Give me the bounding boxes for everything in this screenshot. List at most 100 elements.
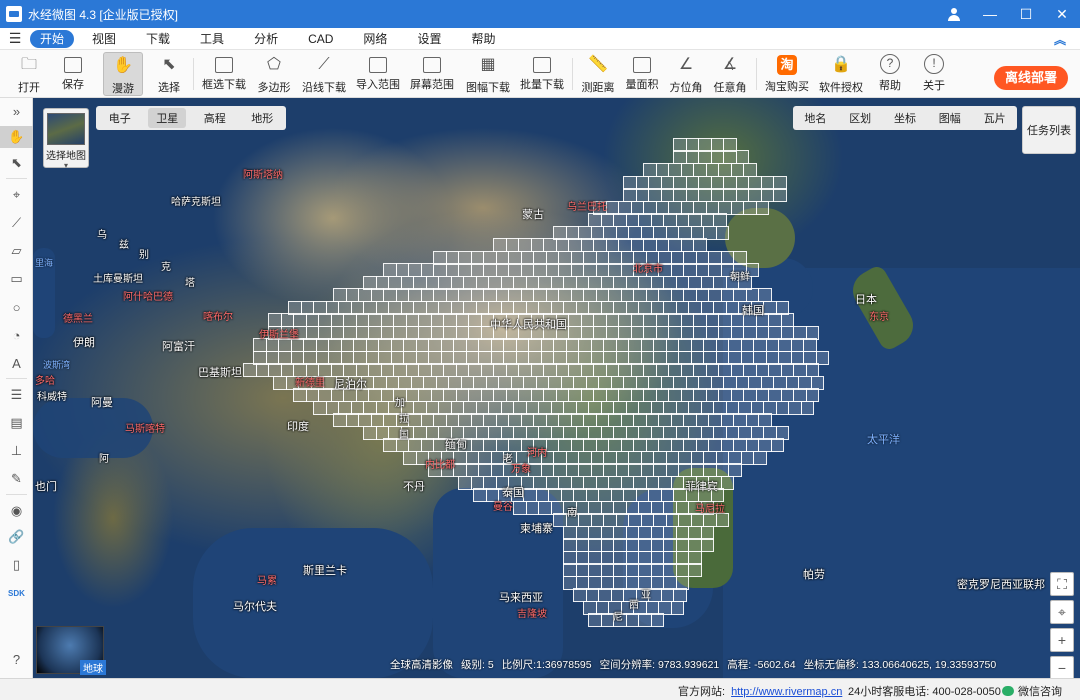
ruler-tool-icon[interactable]: ⊥	[0, 440, 33, 462]
taobao-button[interactable]: 淘 淘宝购买	[764, 52, 810, 96]
menu-start[interactable]: 开始	[30, 29, 75, 48]
close-icon[interactable]: ✕	[1044, 0, 1080, 28]
edit-icon[interactable]: ✎	[0, 468, 33, 490]
grid-tile	[508, 263, 522, 277]
pointer-icon[interactable]: ⬉	[0, 152, 33, 174]
grid-tile	[640, 338, 654, 352]
line-tool-icon[interactable]: ⟋	[0, 212, 33, 234]
fullscreen-icon[interactable]: ⛶	[1050, 572, 1074, 596]
sheet-download-button[interactable]: ▦ 图幅下载	[464, 52, 512, 96]
grid-tile	[655, 363, 669, 377]
expand-icon[interactable]: »	[0, 100, 33, 122]
license-button[interactable]: 🔒 软件授权	[818, 52, 864, 96]
minimize-icon[interactable]: —	[972, 0, 1008, 28]
wechat-consult[interactable]: 微信咨询	[1002, 683, 1062, 699]
pin-icon[interactable]: ⌖	[0, 184, 33, 206]
measure-distance-button[interactable]: 📏 测距离	[580, 52, 616, 96]
pan-button[interactable]: ✋ 漫游	[103, 52, 143, 96]
map-canvas[interactable]: 哈萨克斯坦 阿斯塔纳 蒙古 乌兰巴托 乌 兹 别 克 塔 土库曼斯坦 阿什哈巴德…	[33, 98, 1080, 678]
circle-tool-icon[interactable]: ○	[0, 296, 33, 318]
menu-network[interactable]: 网络	[351, 30, 399, 48]
menu-download[interactable]: 下载	[134, 30, 182, 48]
maximize-icon[interactable]: ☐	[1008, 0, 1044, 28]
grid-tile	[558, 413, 572, 427]
layer-district[interactable]: 区划	[849, 110, 871, 126]
grid-tile	[508, 288, 522, 302]
grid-tile	[293, 388, 307, 402]
grid-tile	[630, 313, 644, 327]
grid-tile	[570, 288, 584, 302]
grid-tile	[663, 213, 677, 227]
select-map-button[interactable]: 选择地图 ▾	[43, 108, 89, 170]
grid-tile	[650, 213, 664, 227]
layer-coordinate[interactable]: 坐标	[894, 110, 916, 126]
box-download-button[interactable]: 框选下载	[202, 52, 246, 96]
rectangle-tool-icon[interactable]: ▭	[0, 268, 33, 290]
menu-tools[interactable]: 工具	[188, 30, 236, 48]
open-button[interactable]: 🗀 打开	[10, 52, 48, 96]
stack-icon[interactable]: ▤	[0, 412, 33, 434]
map-type-terrain[interactable]: 地形	[243, 108, 281, 128]
batch-download-button[interactable]: 批量下载	[520, 52, 564, 96]
layer-mapsheet[interactable]: 图幅	[939, 110, 961, 126]
grid-tile	[715, 338, 729, 352]
zoom-out-button[interactable]: −	[1050, 656, 1074, 680]
menu-settings[interactable]: 设置	[405, 30, 453, 48]
any-angle-button[interactable]: ∡ 任意角	[712, 52, 748, 96]
polygon-button[interactable]: ⬠ 多边形	[254, 52, 294, 96]
angle-icon: ∡	[722, 56, 738, 73]
grid-tile	[623, 188, 637, 202]
place-label: 阿斯塔纳	[243, 170, 283, 181]
help-circle-icon[interactable]: ?	[0, 648, 33, 670]
menu-help[interactable]: 帮助	[459, 30, 507, 48]
hamburger-menu-icon[interactable]: ☰	[0, 30, 30, 47]
grid-tile	[768, 313, 782, 327]
hand-icon: ✋	[113, 57, 133, 74]
phone-icon[interactable]: ▯	[0, 554, 33, 576]
sdk-icon[interactable]: SDK	[0, 582, 33, 604]
grid-tile	[793, 363, 807, 377]
zoom-in-button[interactable]: +	[1050, 628, 1074, 652]
save-button[interactable]: 保存	[54, 52, 92, 96]
grid-tile	[620, 263, 634, 277]
sector-tool-icon[interactable]: ◔	[0, 324, 33, 346]
map-type-electronic[interactable]: 电子	[101, 108, 139, 128]
globe-label[interactable]: 地球	[80, 660, 106, 675]
place-label: 塔	[185, 278, 195, 289]
area-tool-icon[interactable]: ▱	[0, 240, 33, 262]
import-range-button[interactable]: 导入范围	[356, 52, 400, 96]
task-list-button[interactable]: 任务列表	[1022, 106, 1076, 154]
link-icon[interactable]: 🔗	[0, 526, 33, 548]
grid-tile	[358, 413, 372, 427]
website-link[interactable]: http://www.rivermap.cn	[731, 686, 842, 698]
user-icon[interactable]	[936, 0, 972, 28]
locate-icon[interactable]: ⌖	[1050, 600, 1074, 624]
select-button[interactable]: ⬉ 选择	[150, 52, 188, 96]
grid-tile	[280, 363, 294, 377]
help-button[interactable]: ? 帮助	[872, 52, 908, 96]
map-type-satellite[interactable]: 卫星	[148, 108, 187, 128]
grid-tile	[655, 163, 669, 177]
grid-tile	[453, 338, 467, 352]
grid-tile	[368, 363, 382, 377]
grid-tile	[583, 413, 597, 427]
offline-deploy-button[interactable]: 离线部署	[994, 66, 1068, 90]
grid-tile	[670, 263, 684, 277]
weibo-icon[interactable]: ◉	[0, 500, 33, 522]
text-tool-icon[interactable]: A	[0, 352, 33, 374]
line-download-button[interactable]: ⟋ 沿线下载	[302, 52, 346, 96]
menu-cad[interactable]: CAD	[296, 30, 345, 48]
azimuth-button[interactable]: ∠ 方位角	[668, 52, 704, 96]
layer-tile[interactable]: 瓦片	[984, 110, 1006, 126]
menu-view[interactable]: 视图	[80, 30, 128, 48]
measure-area-button[interactable]: 量面积	[624, 52, 660, 96]
grid-tile	[483, 438, 497, 452]
collapse-ribbon-icon[interactable]: ︽	[1054, 31, 1066, 48]
menu-analysis[interactable]: 分析	[242, 30, 290, 48]
layer-placename[interactable]: 地名	[804, 110, 826, 126]
about-button[interactable]: ! 关于	[916, 52, 952, 96]
pan-tool-icon[interactable]: ✋	[0, 126, 33, 148]
screen-range-button[interactable]: 屏幕范围	[410, 52, 454, 96]
map-type-elevation[interactable]: 高程	[196, 108, 234, 128]
layers-icon[interactable]: ☰	[0, 384, 33, 406]
